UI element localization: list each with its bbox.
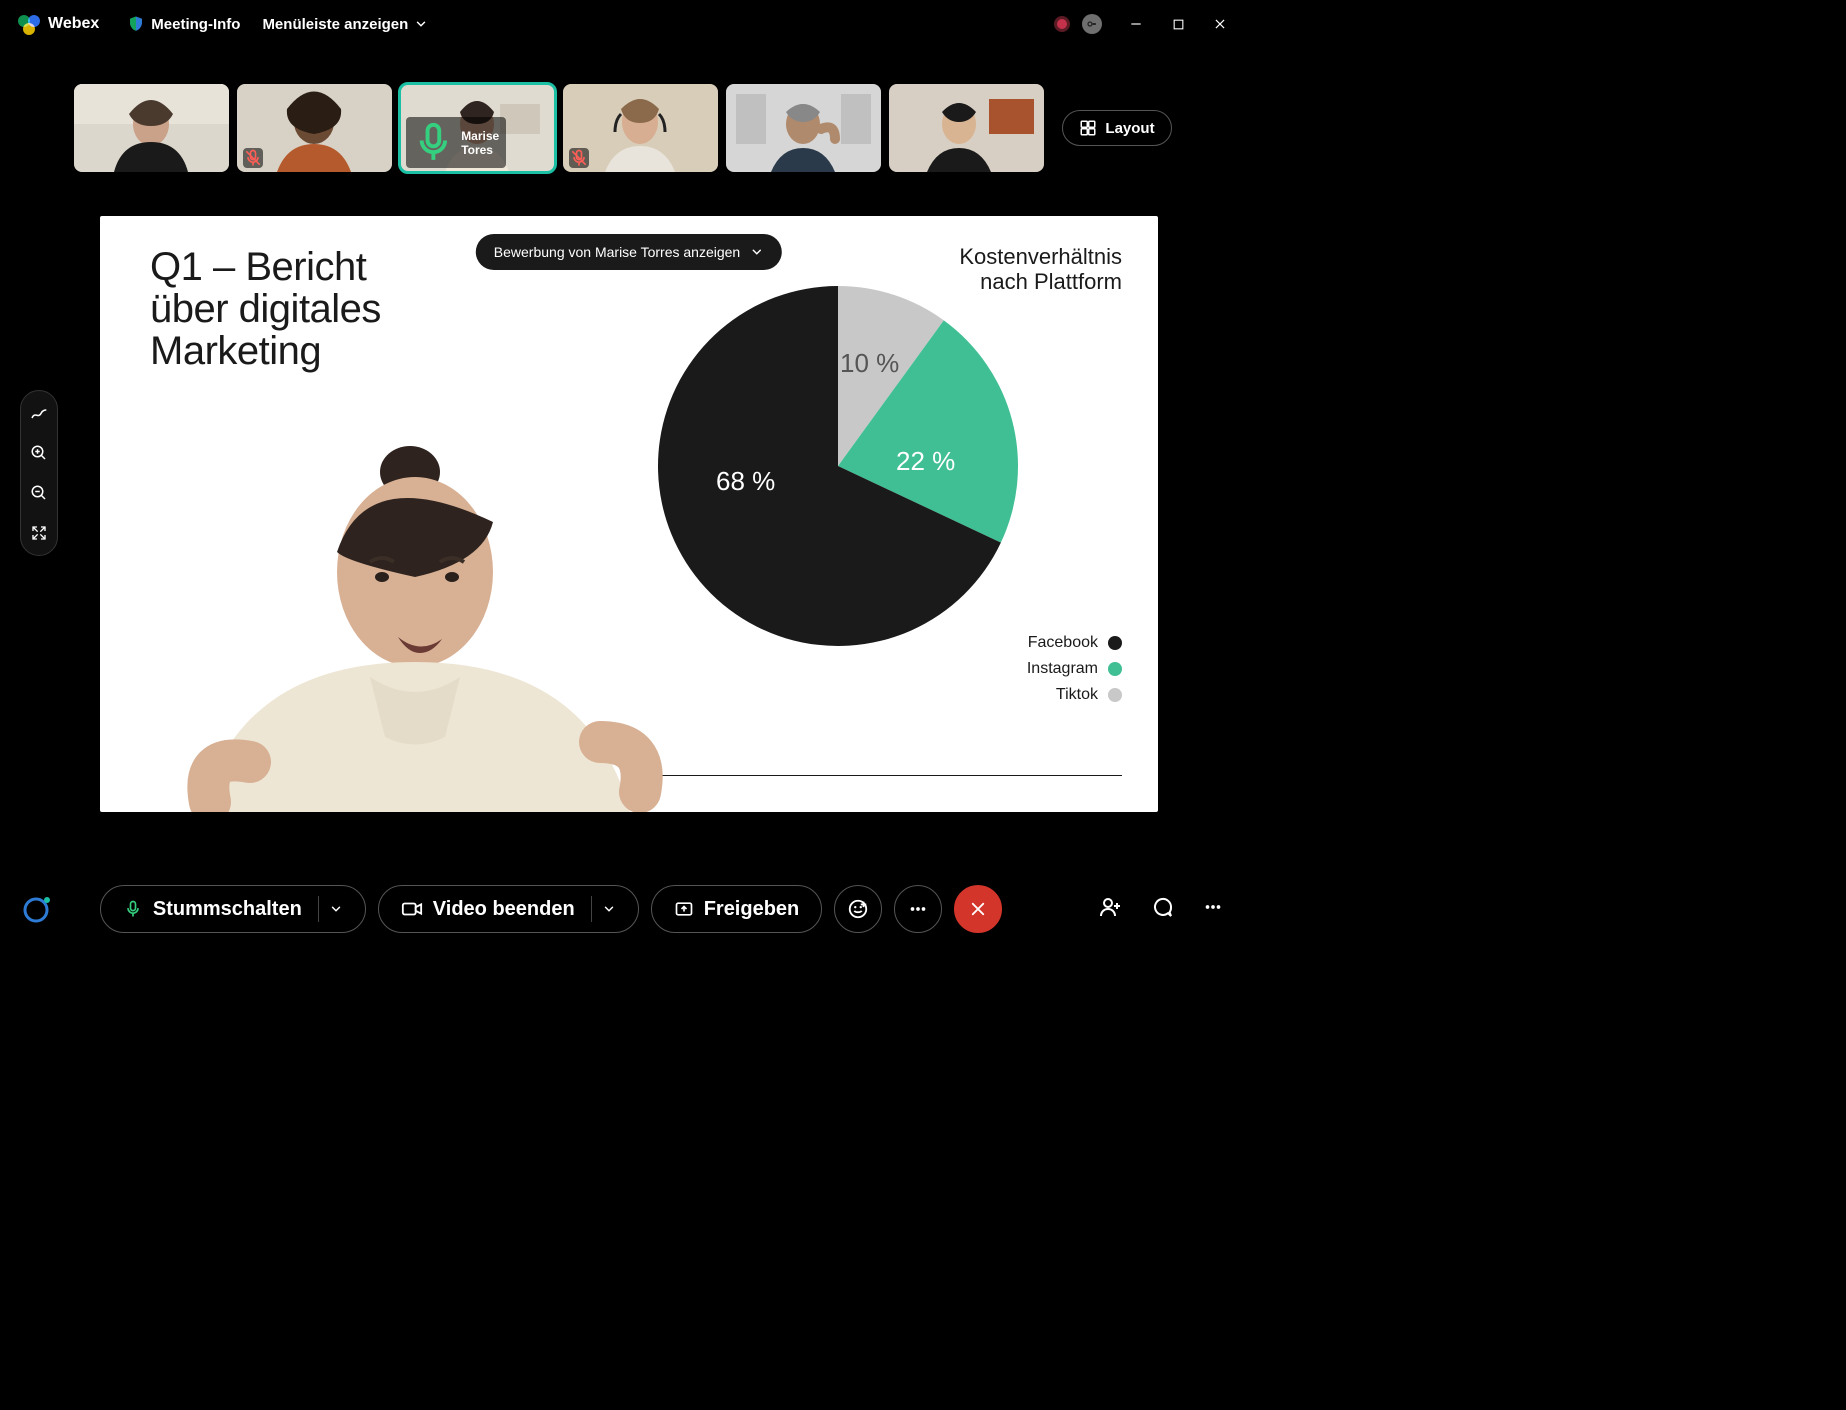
reactions-button[interactable] <box>834 885 882 933</box>
mic-icon <box>123 899 143 919</box>
participants-panel-button[interactable] <box>1098 895 1122 924</box>
participant-thumbnail[interactable] <box>237 84 392 172</box>
legend-label: Facebook <box>1028 634 1098 652</box>
legend-item: Tiktok <box>1027 686 1122 704</box>
annotate-pen-icon[interactable] <box>29 403 49 423</box>
chat-panel-button[interactable] <box>1150 895 1174 924</box>
muted-mic-icon <box>243 148 263 168</box>
share-button[interactable]: Freigeben <box>651 885 823 933</box>
emoji-icon <box>847 898 869 920</box>
participant-thumbnail[interactable] <box>726 84 881 172</box>
ellipsis-icon <box>907 898 929 920</box>
legend-item: Facebook <box>1027 634 1122 652</box>
chevron-down-icon <box>329 902 343 916</box>
mute-button-label: Stummschalten <box>153 898 302 921</box>
chevron-down-icon <box>750 245 764 259</box>
video-button-label: Video beenden <box>433 898 575 921</box>
app-name: Webex <box>48 15 99 33</box>
leave-meeting-button[interactable] <box>954 885 1002 933</box>
chart-title-line: Kostenverhältnis <box>959 244 1122 269</box>
chat-bubble-icon <box>1150 895 1174 919</box>
share-screen-icon <box>674 899 694 919</box>
recording-indicator-icon[interactable] <box>1054 16 1070 32</box>
more-options-button[interactable] <box>894 885 942 933</box>
participant-thumbnail[interactable] <box>889 84 1044 172</box>
meeting-controls-bar: Stummschalten Video beenden Freigeben <box>0 866 1246 952</box>
shield-icon <box>127 15 145 33</box>
fit-screen-icon[interactable] <box>29 523 49 543</box>
top-bar: Webex Meeting-Info Menüleiste anzeigen <box>0 0 1246 48</box>
annotation-toolstrip <box>20 390 58 556</box>
pie-slice-label: 68 % <box>716 466 775 497</box>
legend-swatch <box>1108 636 1122 650</box>
participant-thumbnail[interactable] <box>563 84 718 172</box>
chevron-down-icon <box>602 902 616 916</box>
slide-divider <box>640 775 1122 776</box>
video-button[interactable]: Video beenden <box>378 885 639 933</box>
legend-label: Instagram <box>1027 660 1098 678</box>
active-speaker-label: Marise Tores <box>406 117 505 168</box>
legend-swatch <box>1108 688 1122 702</box>
webex-logo-icon <box>18 13 40 35</box>
view-presenter-label: Bewerbung von Marise Torres anzeigen <box>494 244 740 260</box>
participant-filmstrip: Marise Tores Layout <box>0 84 1246 172</box>
chart-legend: Facebook Instagram Tiktok <box>1027 634 1122 712</box>
layout-grid-icon <box>1079 119 1097 137</box>
window-minimize-button[interactable] <box>1128 16 1144 32</box>
layout-button[interactable]: Layout <box>1062 110 1171 146</box>
close-icon <box>969 900 987 918</box>
camera-icon <box>401 898 423 920</box>
active-speaker-name: Marise Tores <box>461 129 499 157</box>
presenter-overlay <box>140 432 680 812</box>
menu-toggle-label: Menüleiste anzeigen <box>262 16 408 33</box>
ellipsis-icon <box>1202 896 1224 918</box>
legend-label: Tiktok <box>1056 686 1098 704</box>
assistant-icon[interactable] <box>22 894 52 924</box>
muted-mic-icon <box>569 148 589 168</box>
zoom-in-icon[interactable] <box>29 443 49 463</box>
mute-options-chevron[interactable] <box>318 896 343 922</box>
meeting-info-label: Meeting-Info <box>151 16 240 33</box>
legend-item: Instagram <box>1027 660 1122 678</box>
slide-title: Q1 – Bericht über digitales Marketing <box>150 246 381 372</box>
pie-slice-label: 10 % <box>840 348 899 379</box>
window-close-button[interactable] <box>1212 16 1228 32</box>
app-logo: Webex <box>18 13 99 35</box>
pie-chart: 68 % 22 % 10 % <box>658 286 1018 646</box>
chevron-down-icon <box>414 17 428 31</box>
mute-button[interactable]: Stummschalten <box>100 885 366 933</box>
shared-content-stage: Bewerbung von Marise Torres anzeigen Q1 … <box>100 216 1158 812</box>
meeting-info-button[interactable]: Meeting-Info <box>127 15 240 33</box>
pie-slice-label: 22 % <box>896 446 955 477</box>
person-add-icon <box>1098 895 1122 919</box>
participant-thumbnail[interactable] <box>74 84 229 172</box>
window-maximize-button[interactable] <box>1170 16 1186 32</box>
panel-options-button[interactable] <box>1202 896 1224 923</box>
encryption-lock-icon[interactable] <box>1082 14 1102 34</box>
layout-button-label: Layout <box>1105 120 1154 137</box>
share-button-label: Freigeben <box>704 898 800 921</box>
mic-active-icon <box>410 119 457 166</box>
view-presenter-pill[interactable]: Bewerbung von Marise Torres anzeigen <box>476 234 782 270</box>
menu-toggle-button[interactable]: Menüleiste anzeigen <box>262 16 428 33</box>
zoom-out-icon[interactable] <box>29 483 49 503</box>
slide-title-line: Marketing <box>150 330 381 372</box>
video-options-chevron[interactable] <box>591 896 616 922</box>
participant-thumbnail-active[interactable]: Marise Tores <box>400 84 555 172</box>
legend-swatch <box>1108 662 1122 676</box>
slide-title-line: über digitales <box>150 288 381 330</box>
slide-title-line: Q1 – Bericht <box>150 246 381 288</box>
